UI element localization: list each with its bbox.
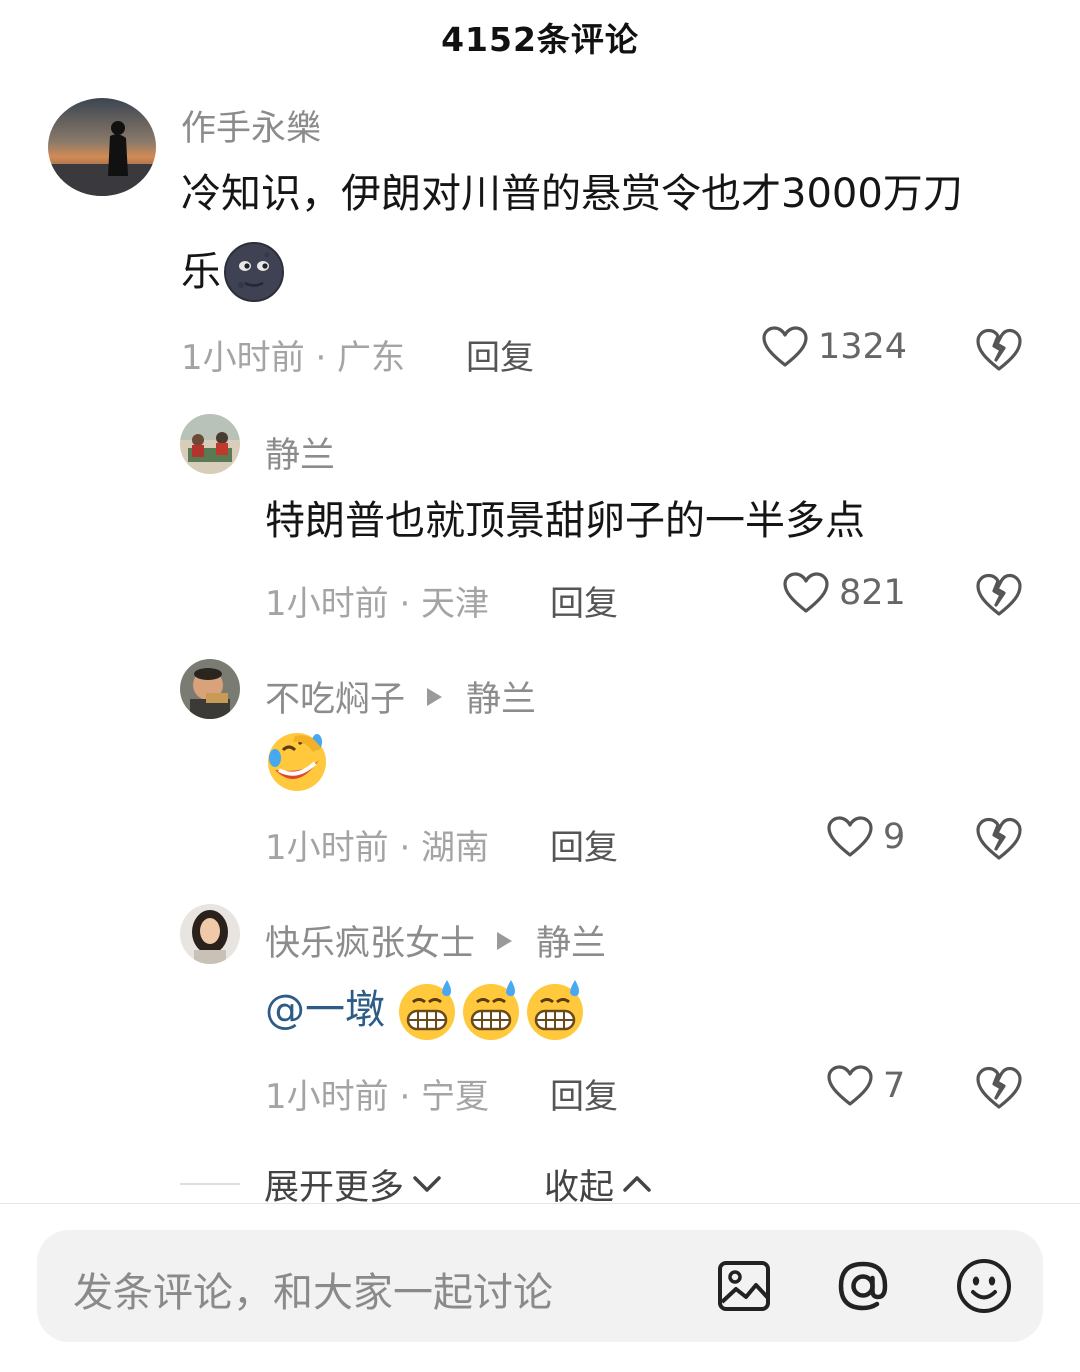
username[interactable]: 不吃焖子 静兰 — [265, 671, 536, 722]
username-text[interactable]: 作手永樂 — [181, 100, 321, 151]
thread-divider-line — [180, 1183, 240, 1185]
comment-input-bar[interactable]: 发条评论，和大家一起讨论 — [37, 1230, 1043, 1342]
broken-heart-icon — [976, 328, 1022, 371]
comment-meta: 1小时前 · 宁夏 — [265, 1077, 490, 1117]
like-button[interactable]: 9 — [827, 816, 905, 858]
like-count: 7 — [883, 1066, 906, 1106]
at-icon — [838, 1261, 888, 1311]
comment-meta: 1小时前 · 天津 — [265, 584, 490, 624]
comment-text: @一墩 — [265, 970, 587, 1050]
reply-button[interactable]: 回复 — [550, 576, 618, 625]
reply-arrow-icon — [497, 931, 513, 950]
heart-icon — [762, 326, 808, 367]
username[interactable]: 快乐疯张女士 静兰 — [265, 915, 606, 966]
username[interactable]: 静兰 — [265, 427, 335, 478]
dislike-button[interactable] — [976, 328, 1022, 372]
like-button[interactable]: 7 — [827, 1065, 905, 1107]
image-button[interactable] — [714, 1256, 774, 1316]
rolling-laughing-face-icon — [265, 730, 329, 794]
like-count: 1324 — [818, 327, 908, 367]
chevron-down-icon — [413, 1176, 441, 1192]
emoji-face-icon — [957, 1259, 1011, 1313]
username-text[interactable]: 快乐疯张女士 — [265, 915, 475, 966]
new-moon-face-icon — [223, 241, 285, 303]
expand-more-button[interactable]: 展开更多 — [264, 1159, 442, 1210]
heart-icon — [827, 1065, 873, 1106]
comment-count-title: 4152条评论 — [441, 20, 639, 59]
like-count: 9 — [883, 817, 906, 857]
comment-text-line: 乐 — [181, 249, 221, 295]
image-icon — [718, 1261, 770, 1311]
comment-input-placeholder[interactable]: 发条评论，和大家一起讨论 — [73, 1260, 553, 1318]
username[interactable]: 作手永樂 — [181, 100, 321, 151]
reply-button[interactable]: 回复 — [550, 820, 618, 869]
avatar[interactable] — [48, 98, 156, 196]
dislike-button[interactable] — [976, 573, 1022, 617]
avatar[interactable] — [180, 659, 240, 719]
comment-meta: 1小时前 · 湖南 — [265, 828, 490, 868]
dislike-button[interactable] — [976, 817, 1022, 861]
expand-more-label[interactable]: 展开更多 — [264, 1159, 404, 1210]
reply-button[interactable]: 回复 — [550, 1069, 618, 1118]
comment-text-line: 冷知识，伊朗对川普的悬赏令也才3000万刀 — [181, 171, 963, 217]
comment-text: 特朗普也就顶景甜卵子的一半多点 — [265, 481, 865, 561]
username-text[interactable]: 静兰 — [265, 427, 335, 478]
comment-text: 冷知识，伊朗对川普的悬赏令也才3000万刀 — [181, 154, 963, 234]
mention-link[interactable]: @一墩 — [265, 970, 385, 1050]
heart-icon — [783, 572, 829, 613]
grinning-sweat-face-icon — [523, 978, 587, 1042]
reply-arrow-icon — [427, 687, 443, 706]
comments-header: 4152条评论 — [0, 0, 1080, 74]
like-count: 821 — [839, 573, 906, 613]
reply-to-username[interactable]: 静兰 — [466, 671, 536, 722]
broken-heart-icon — [976, 573, 1022, 616]
username-text[interactable]: 不吃焖子 — [265, 671, 405, 722]
divider — [0, 1203, 1080, 1204]
comment-text: 乐 — [181, 232, 285, 312]
like-button[interactable]: 1324 — [762, 326, 907, 368]
broken-heart-icon — [976, 1066, 1022, 1109]
reply-to-username[interactable]: 静兰 — [536, 915, 606, 966]
emoji-button[interactable] — [954, 1256, 1014, 1316]
comment-text — [265, 722, 329, 802]
grinning-sweat-face-icon — [459, 978, 523, 1042]
collapse-label[interactable]: 收起 — [544, 1159, 614, 1210]
avatar[interactable] — [180, 904, 240, 964]
chevron-up-icon — [623, 1176, 651, 1192]
comment-meta: 1小时前 · 广东 — [181, 338, 406, 378]
dislike-button[interactable] — [976, 1066, 1022, 1110]
like-button[interactable]: 821 — [783, 572, 906, 614]
avatar[interactable] — [180, 414, 240, 474]
collapse-button[interactable]: 收起 — [544, 1159, 652, 1210]
comment-text-line: 特朗普也就顶景甜卵子的一半多点 — [265, 498, 865, 544]
mention-button[interactable] — [833, 1256, 893, 1316]
reply-button[interactable]: 回复 — [466, 330, 534, 379]
grinning-sweat-face-icon — [395, 978, 459, 1042]
broken-heart-icon — [976, 817, 1022, 860]
heart-icon — [827, 816, 873, 857]
